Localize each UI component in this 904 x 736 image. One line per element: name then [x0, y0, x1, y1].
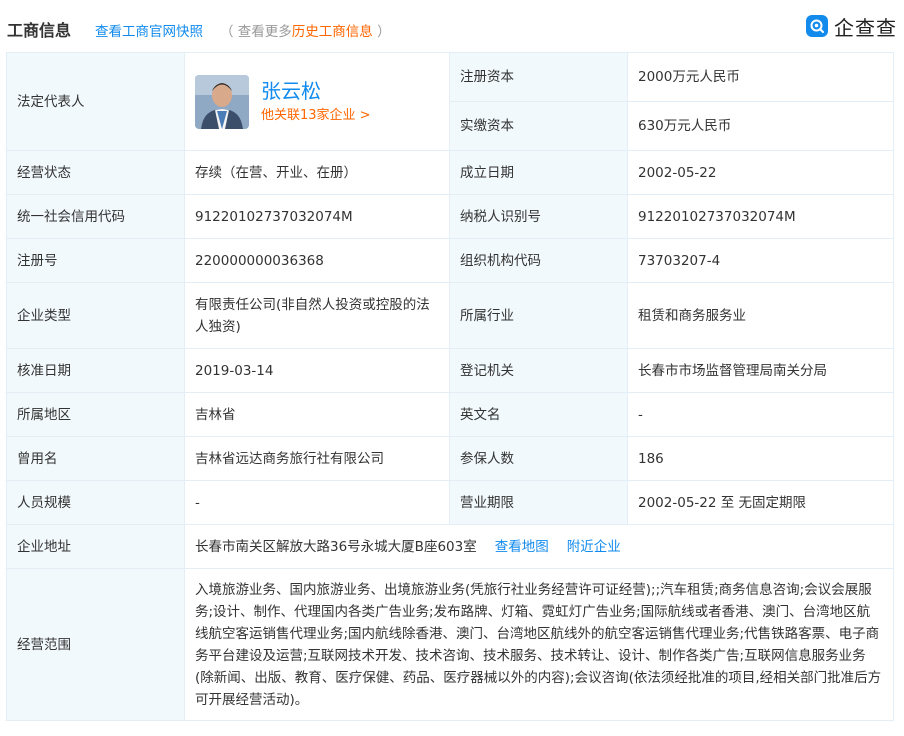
field-value: 2002-05-22 至 无固定期限	[627, 480, 894, 525]
related-companies-link[interactable]: 他关联13家企业 >	[261, 106, 371, 126]
field-value: 73703207-4	[627, 238, 894, 283]
qcc-logo-icon	[806, 15, 828, 37]
table-row: 经营状态 存续（在营、开业、在册） 成立日期 2002-05-22	[6, 150, 894, 195]
field-label: 经营状态	[6, 150, 185, 195]
field-value: 91220102737032074M	[627, 194, 894, 239]
field-value: 长春市市场监督管理局南关分局	[627, 348, 894, 393]
view-map-link[interactable]: 查看地图	[495, 539, 549, 555]
official-snapshot-link[interactable]: 查看工商官网快照	[95, 20, 203, 40]
field-label: 成立日期	[449, 150, 628, 195]
field-value: 186	[627, 436, 894, 481]
legal-rep-cell: 张云松 他关联13家企业 >	[184, 52, 450, 151]
field-label: 人员规模	[6, 480, 185, 525]
logo-text: 企查查	[834, 15, 897, 40]
nearby-companies-link[interactable]: 附近企业	[567, 539, 621, 555]
history-info: （ 查看更多历史工商信息 ）	[220, 20, 391, 40]
address-label: 企业地址	[6, 524, 185, 569]
legal-rep-avatar[interactable]	[195, 74, 249, 129]
legal-rep-name-link[interactable]: 张云松	[261, 78, 371, 104]
field-value: 存续（在营、开业、在册）	[184, 150, 450, 195]
field-value: 91220102737032074M	[184, 194, 450, 239]
history-info-link[interactable]: 历史工商信息	[292, 24, 373, 40]
field-value: 220000000036368	[184, 238, 450, 283]
table-row: 人员规模 - 营业期限 2002-05-22 至 无固定期限	[6, 480, 894, 525]
field-value: 吉林省	[184, 392, 450, 437]
field-label: 参保人数	[449, 436, 628, 481]
section-header: 工商信息 查看工商官网快照 （ 查看更多历史工商信息 ） 企查查	[0, 0, 904, 52]
field-value: 吉林省远达商务旅行社有限公司	[184, 436, 450, 481]
field-value: 2019-03-14	[184, 348, 450, 393]
legal-rep-label: 法定代表人	[6, 52, 185, 151]
field-label: 营业期限	[449, 480, 628, 525]
table-row: 所属地区 吉林省 英文名 -	[6, 392, 894, 437]
field-value: 租赁和商务服务业	[627, 282, 894, 349]
field-label: 纳税人识别号	[449, 194, 628, 239]
table-row: 法定代表人 张云松 他关联13家企业 > 注册资本 2000万元人民币	[6, 52, 894, 151]
field-label: 企业类型	[6, 282, 185, 349]
field-label: 组织机构代码	[449, 238, 628, 283]
field-value: -	[184, 480, 450, 525]
scope-label: 经营范围	[6, 568, 185, 721]
field-label: 注册号	[6, 238, 185, 283]
table-row: 企业地址 长春市南关区解放大路36号永城大厦B座603室 查看地图 附近企业	[6, 524, 894, 569]
field-label: 核准日期	[6, 348, 185, 393]
field-value: 有限责任公司(非自然人投资或控股的法人独资)	[184, 282, 450, 349]
history-prefix: （ 查看更多	[220, 24, 292, 40]
table-row: 经营范围 入境旅游业务、国内旅游业务、出境旅游业务(凭旅行社业务经营许可证经营)…	[6, 568, 894, 721]
registered-capital-value: 2000万元人民币	[627, 52, 894, 102]
paid-capital-label: 实缴资本	[449, 101, 628, 151]
table-row: 注册号 220000000036368 组织机构代码 73703207-4	[6, 238, 894, 283]
field-label: 所属地区	[6, 392, 185, 437]
scope-value: 入境旅游业务、国内旅游业务、出境旅游业务(凭旅行社业务经营许可证经营);;汽车租…	[184, 568, 894, 721]
paid-capital-value: 630万元人民币	[627, 101, 894, 151]
field-value: -	[627, 392, 894, 437]
table-row: 核准日期 2019-03-14 登记机关 长春市市场监督管理局南关分局	[6, 348, 894, 393]
history-suffix: ）	[372, 24, 391, 40]
field-label: 英文名	[449, 392, 628, 437]
table-row: 企业类型 有限责任公司(非自然人投资或控股的法人独资) 所属行业 租赁和商务服务…	[6, 282, 894, 349]
section-title: 工商信息	[7, 21, 72, 40]
table-row: 曾用名 吉林省远达商务旅行社有限公司 参保人数 186	[6, 436, 894, 481]
qcc-logo[interactable]: 企查查	[806, 13, 897, 40]
registered-capital-label: 注册资本	[449, 52, 628, 102]
field-value: 2002-05-22	[627, 150, 894, 195]
field-label: 曾用名	[6, 436, 185, 481]
field-label: 统一社会信用代码	[6, 194, 185, 239]
address-cell: 长春市南关区解放大路36号永城大厦B座603室 查看地图 附近企业	[184, 524, 894, 569]
table-row: 统一社会信用代码 91220102737032074M 纳税人识别号 91220…	[6, 194, 894, 239]
address-value: 长春市南关区解放大路36号永城大厦B座603室	[195, 538, 477, 555]
field-label: 登记机关	[449, 348, 628, 393]
field-label: 所属行业	[449, 282, 628, 349]
business-info-table: 法定代表人 张云松 他关联13家企业 > 注册资本 2000万元人民币 实缴资本…	[6, 52, 894, 721]
